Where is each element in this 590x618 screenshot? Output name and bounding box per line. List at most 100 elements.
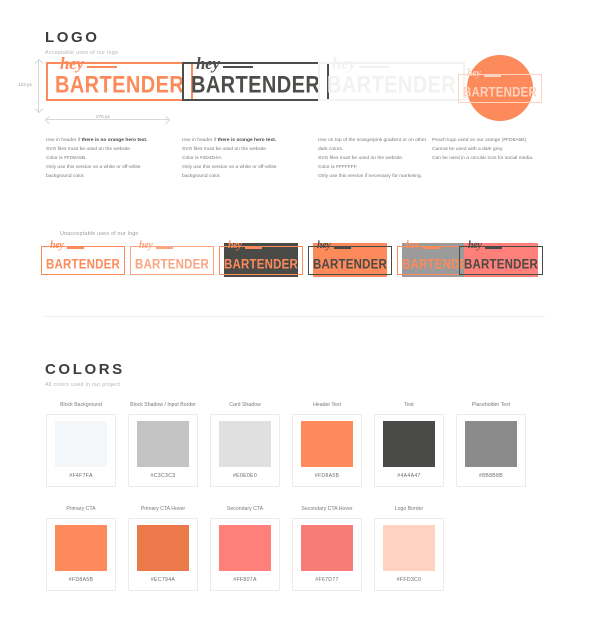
style-guide-page: LOGO Acceptable uses of our logo 123 px …: [0, 0, 590, 618]
logo-border-box: hey BARTENDER: [219, 241, 303, 275]
swatch-hex-value: #F67D77: [315, 577, 339, 583]
usage-note-line: SVG files must be used on the website.: [46, 147, 132, 153]
swatch-label: Logo Border: [394, 506, 424, 512]
usage-note-line: Color is #FFFFFF.: [318, 165, 358, 171]
usage-note-line: Peach logo used on our orange (#FD8A5B).: [432, 138, 528, 143]
logo-section-header: LOGO Acceptable uses of our logo: [45, 30, 118, 56]
usage-note-line: Can be used in a circular icon for socia…: [432, 156, 534, 162]
logo-script-word: hey: [466, 241, 501, 251]
colors-section-title: COLORS: [45, 361, 125, 378]
logo-script-word: hey: [58, 55, 116, 72]
swatch-color-chip: [383, 421, 435, 467]
color-swatch[interactable]: #FF807A: [210, 518, 280, 591]
logo-main-word: BARTENDER: [327, 72, 457, 99]
usage-note-line: dark colors.: [318, 147, 344, 153]
swatch-hex-value: #FFD3C0: [396, 577, 422, 583]
logo-script-word: hey: [226, 241, 261, 251]
unacceptable-logo-dark-on-salmon: hey BARTENDER: [459, 241, 543, 277]
usage-note-line: SVG files must be used on the website.: [318, 156, 404, 162]
usage-note-white-logo: Use on top of the orange/pink gradient o…: [318, 136, 446, 181]
swatch-hex-value: #F4F7FA: [69, 473, 93, 479]
swatch-color-chip: [137, 525, 189, 571]
swatch-color-chip: [301, 525, 353, 571]
logo-border-box: hey BARTENDER: [459, 241, 543, 275]
section-divider: [45, 316, 545, 317]
swatch-label: Primary CTA: [66, 506, 96, 512]
swatch-hex-value: #FD8A5B: [68, 577, 94, 583]
logo-main-word: BARTENDER: [191, 72, 321, 99]
logo-orange-on-white-small: hey BARTENDER: [41, 241, 125, 275]
color-swatch[interactable]: #4A4A47: [374, 414, 444, 487]
color-swatch[interactable]: #FD8A5B: [46, 518, 116, 591]
logo-script-word: hey: [404, 241, 439, 251]
unacceptable-logo-dark-on-orange: hey BARTENDER: [308, 241, 392, 277]
swatch-label: Secondary CTA Hover: [301, 506, 353, 512]
color-swatch[interactable]: #EC794A: [128, 518, 198, 591]
logo-section-title: LOGO: [45, 29, 100, 46]
width-measure-label: 276 px: [93, 114, 113, 119]
color-swatch[interactable]: #FD8A5B: [292, 414, 362, 487]
color-swatch[interactable]: #F67D77: [292, 518, 362, 591]
logo-dark-on-salmon: hey BARTENDER: [459, 241, 543, 275]
logo-dark-logo: hey BARTENDER: [182, 55, 330, 101]
logo-main-word: BARTENDER: [46, 257, 120, 272]
logo-script-word: hey: [330, 55, 388, 72]
logo-variant-orange-logo: hey BARTENDER: [46, 55, 194, 101]
usage-note-line: Color is #4D4D4A.: [182, 156, 223, 162]
logo-border-box: hey BARTENDER: [130, 241, 214, 275]
unacceptable-logo-orange-on-white-small: hey BARTENDER: [41, 241, 125, 277]
height-measure-line: [38, 60, 39, 112]
logo-script-word: hey: [48, 241, 83, 251]
color-swatch[interactable]: #FFD3C0: [374, 518, 444, 591]
logo-variant-white-logo: hey BARTENDER: [318, 55, 466, 101]
color-swatch[interactable]: #E0E0E0: [210, 414, 280, 487]
logo-main-word: BARTENDER: [313, 257, 387, 272]
logo-script-word: hey: [137, 241, 172, 251]
usage-note-line: Use in header if there is orange hero te…: [182, 138, 277, 143]
logo-border-box: hey BARTENDER: [41, 241, 125, 275]
swatch-hex-value: #EC794A: [150, 577, 176, 583]
swatch-color-chip: [465, 421, 517, 467]
swatch-hex-value: #C3C3C3: [150, 473, 176, 479]
color-swatch[interactable]: #8B8B8B: [456, 414, 526, 487]
swatch-hex-value: #8B8B8B: [478, 473, 504, 479]
usage-note-line: Use in header if there is no orange hero…: [46, 138, 148, 143]
usage-note-orange-logo: Use in header if there is no orange hero…: [46, 136, 174, 181]
swatch-hex-value: #FD8A5B: [314, 473, 340, 479]
swatch-label: Header Text: [313, 402, 341, 408]
logo-dark-on-orange: hey BARTENDER: [308, 241, 392, 275]
usage-note-line: background color.: [46, 174, 85, 180]
logo-script-word: hey: [465, 69, 500, 79]
colors-section-header: COLORS All colors used in our project: [45, 362, 125, 388]
usage-note-dark-logo: Use in header if there is orange hero te…: [182, 136, 310, 181]
logo-border-box: hey BARTENDER: [46, 55, 194, 101]
swatch-color-chip: [301, 421, 353, 467]
usage-note-line: SVG files must be used on the website.: [182, 147, 268, 153]
logo-variant-dark-logo: hey BARTENDER: [182, 55, 330, 101]
swatch-label: Card Shadow: [229, 402, 261, 408]
logo-main-word: BARTENDER: [55, 72, 185, 99]
unacceptable-label: Unacceptable uses of our logo: [60, 231, 139, 237]
color-swatch[interactable]: #F4F7FA: [46, 414, 116, 487]
usage-note-circle-logo: Peach logo used on our orange (#FD8A5B).…: [432, 136, 560, 163]
swatch-color-chip: [55, 525, 107, 571]
logo-border-box: hey BARTENDER: [318, 55, 466, 101]
swatch-hex-value: #4A4A47: [397, 473, 421, 479]
usage-note-line: Use on top of the orange/pink gradient o…: [318, 138, 427, 143]
logo-script-word: hey: [315, 241, 350, 251]
logo-main-word: BARTENDER: [224, 257, 298, 272]
logo-orange-logo: hey BARTENDER: [46, 55, 194, 101]
logo-border-box: hey BARTENDER: [182, 55, 330, 101]
unacceptable-logo-orange-on-dark: hey BARTENDER: [219, 241, 303, 277]
logo-main-word: BARTENDER: [463, 85, 537, 100]
color-swatch[interactable]: #C3C3C3: [128, 414, 198, 487]
logo-orange-on-dark: hey BARTENDER: [219, 241, 303, 275]
swatch-label: Placeholder Text: [471, 402, 511, 408]
logo-circle-logo: hey BARTENDER: [458, 69, 542, 103]
logo-white-logo: hey BARTENDER: [318, 55, 466, 101]
swatch-label: Text: [404, 402, 414, 408]
height-measure-label: 123 px: [18, 82, 32, 87]
swatch-hex-value: #FF807A: [233, 577, 257, 583]
swatch-color-chip: [137, 421, 189, 467]
swatch-label: Primary CTA Hover: [140, 506, 186, 512]
